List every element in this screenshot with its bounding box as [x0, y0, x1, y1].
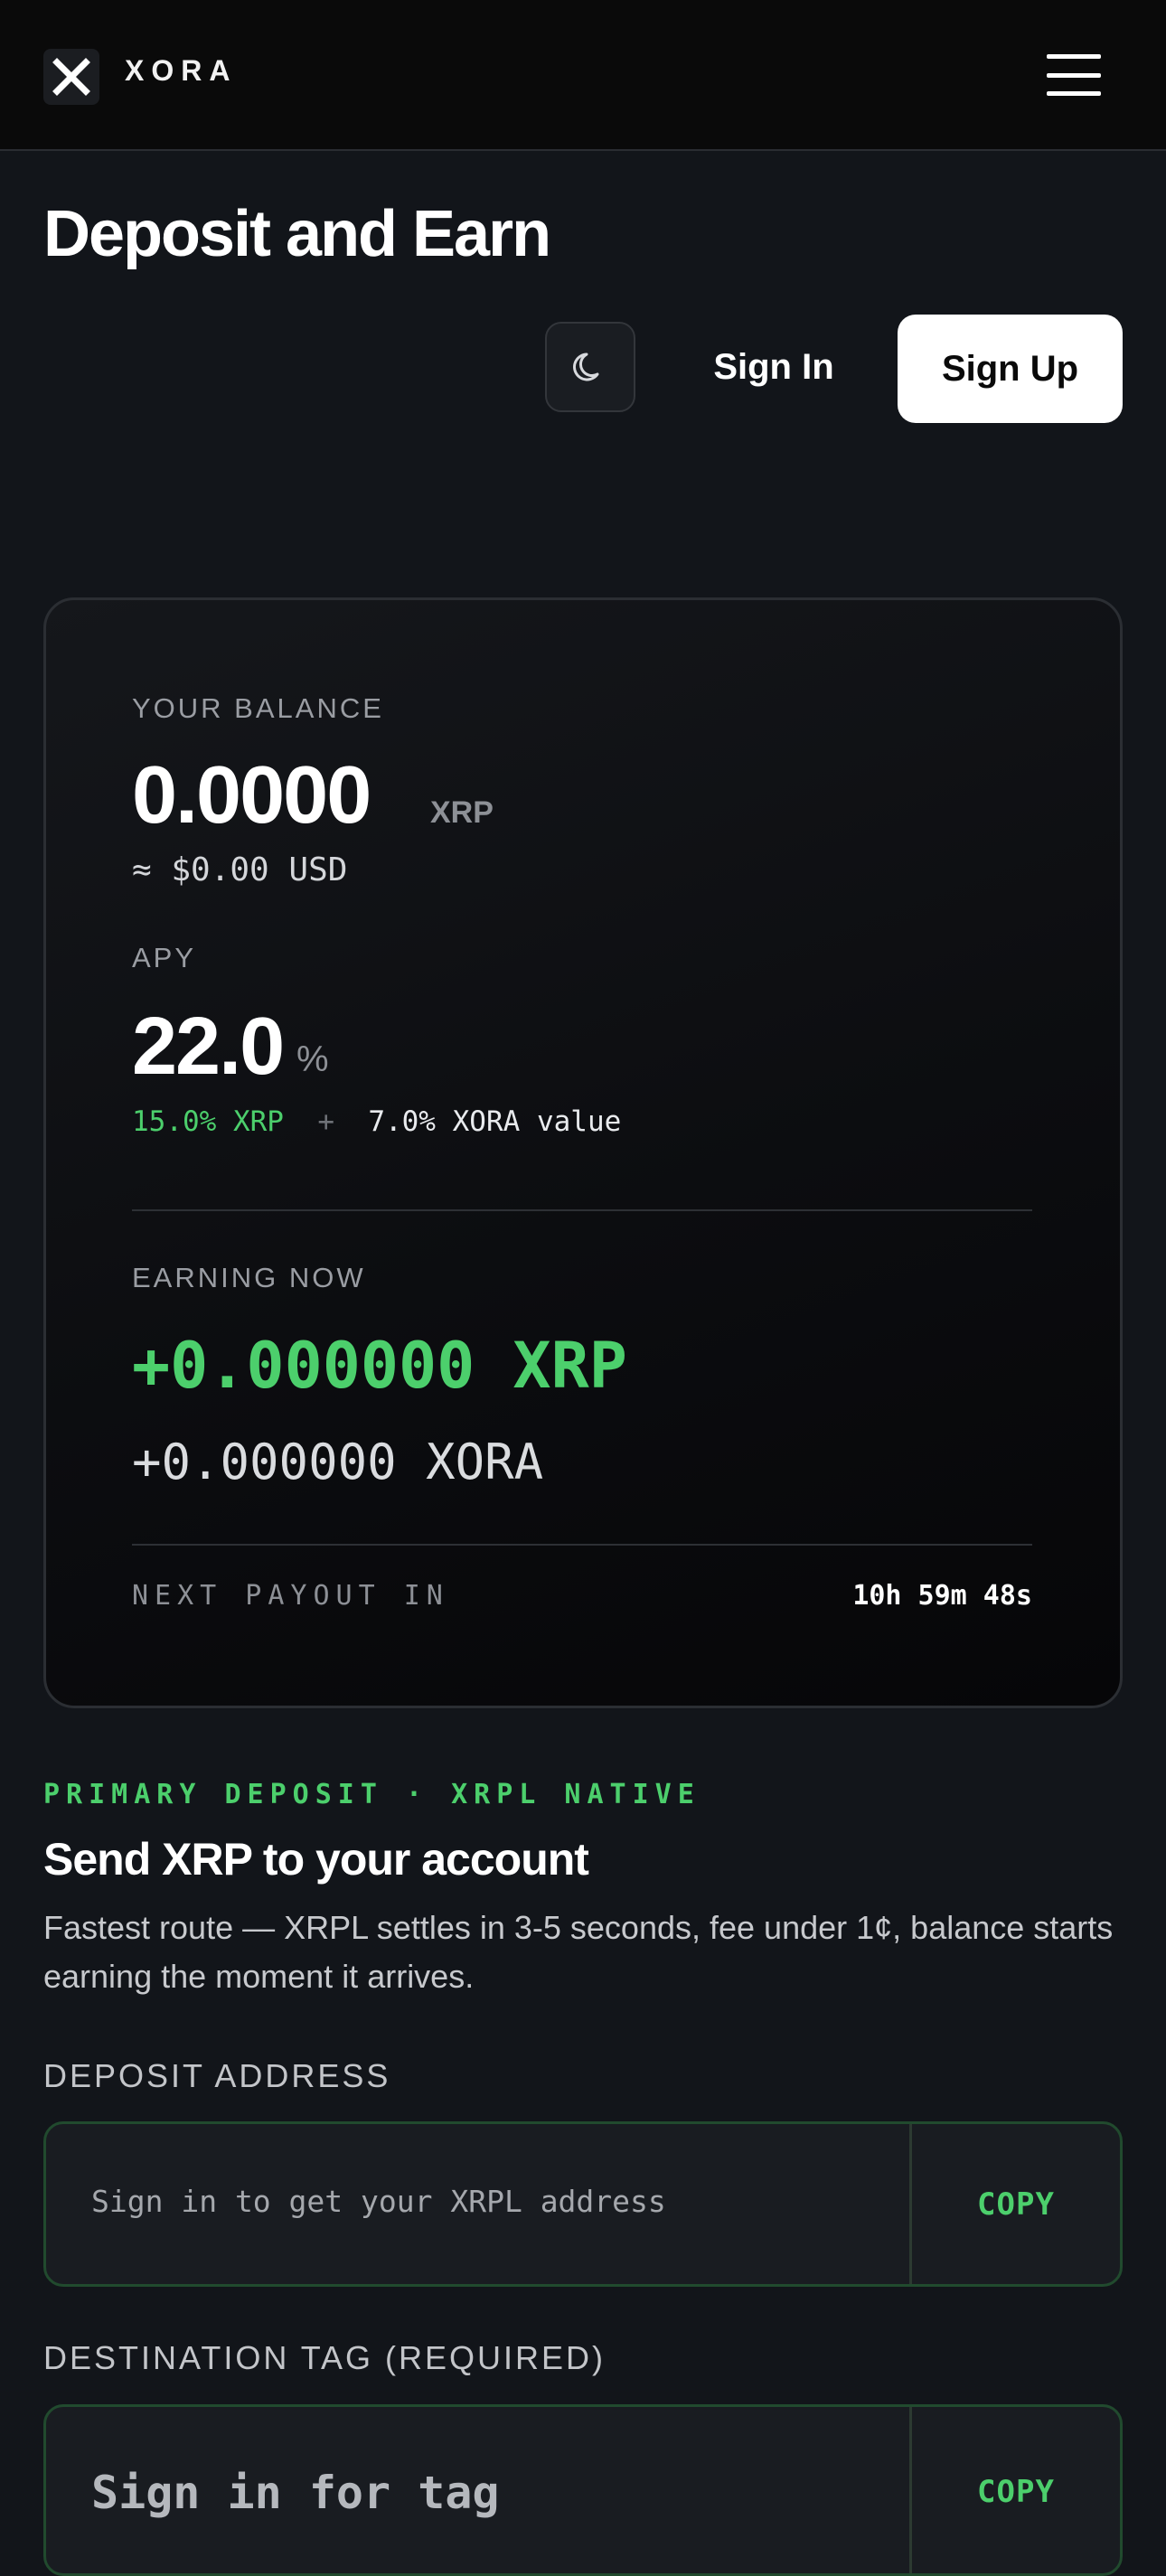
brand-name[interactable]: XORA: [125, 54, 237, 88]
balance-usd: ≈ $0.00 USD: [132, 851, 348, 888]
deposit-section-description: Fastest route — XRPL settles in 3-5 seco…: [43, 1909, 1114, 1995]
apy-label: APY: [132, 942, 197, 973]
next-payout-countdown: 10h 59m 48s: [852, 1580, 1032, 1612]
deposit-address-field[interactable]: Sign in to get your XRPL address COPY: [43, 2121, 1123, 2287]
balance-label: YOUR BALANCE: [132, 692, 384, 724]
apy-unit: %: [296, 1039, 329, 1079]
next-payout-label: NEXT PAYOUT IN: [132, 1580, 449, 1612]
apy-value: 22.0: [132, 1001, 285, 1092]
copy-address-button[interactable]: COPY: [912, 2124, 1120, 2284]
earning-xrp: +0.000000 XRP: [132, 1329, 627, 1403]
apy-xora-part: 7.0% XORA value: [368, 1105, 622, 1138]
page-title: Deposit and Earn: [43, 198, 551, 270]
earning-xora: +0.000000 XORA: [132, 1434, 544, 1490]
deposit-address-value: Sign in to get your XRPL address: [91, 2184, 666, 2219]
destination-tag-value: Sign in for tag: [91, 2467, 500, 2519]
deposit-section-tag: PRIMARY DEPOSIT · XRPL NATIVE: [43, 1779, 701, 1810]
apy-xrp-part: 15.0% XRP: [132, 1105, 284, 1138]
deposit-address-label: DEPOSIT ADDRESS: [43, 2057, 391, 2094]
balance-unit: XRP: [430, 795, 494, 830]
destination-tag-field[interactable]: Sign in for tag COPY: [43, 2404, 1123, 2576]
moon-icon: [573, 353, 599, 381]
sign-up-button[interactable]: Sign Up: [898, 315, 1123, 423]
balance-value: 0.0000: [132, 750, 371, 841]
deposit-section-title: Send XRP to your account: [43, 1834, 589, 1885]
earning-label: EARNING NOW: [132, 1262, 366, 1293]
top-bar: XORA: [0, 0, 1166, 151]
apy-breakdown: 15.0% XRP + 7.0% XORA value: [132, 1105, 621, 1138]
card-divider: [132, 1209, 1032, 1211]
card-divider: [132, 1544, 1032, 1546]
apy-plus: +: [317, 1105, 334, 1138]
sign-in-button[interactable]: Sign In: [685, 322, 862, 412]
destination-tag-label: DESTINATION TAG (REQUIRED): [43, 2339, 607, 2376]
theme-toggle-button[interactable]: [545, 322, 635, 412]
copy-tag-button[interactable]: COPY: [912, 2407, 1120, 2573]
x-logo-icon[interactable]: [43, 49, 99, 105]
hamburger-menu-icon[interactable]: [1047, 54, 1101, 96]
